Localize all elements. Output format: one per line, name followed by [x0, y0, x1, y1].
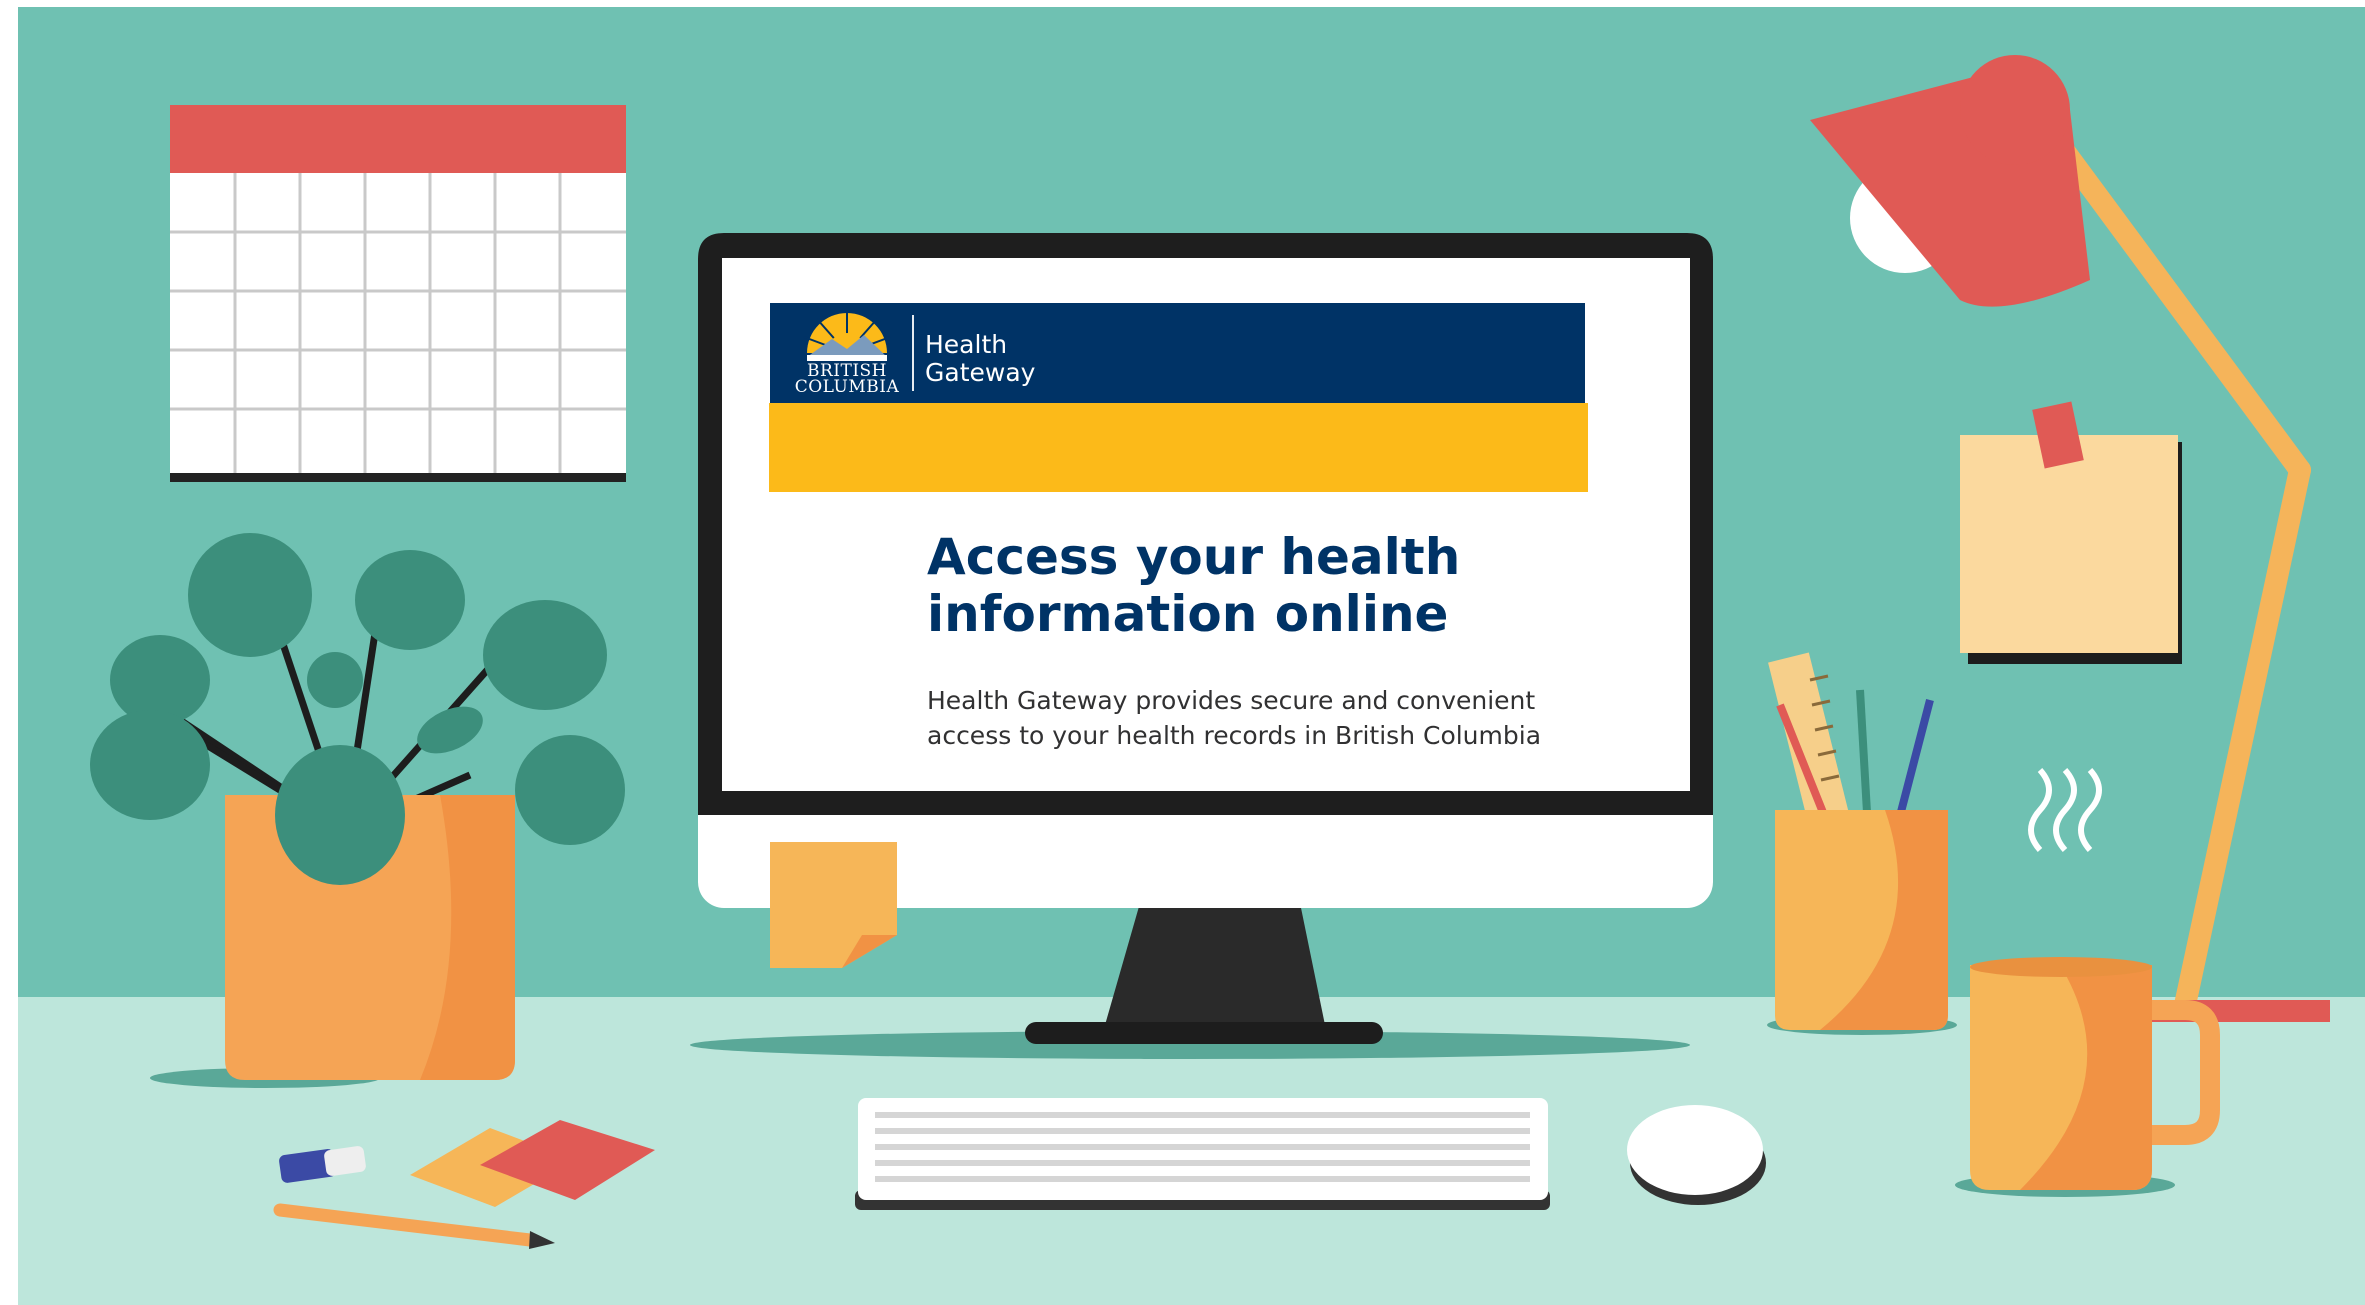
- hero-description: Health Gateway provides secure and conve…: [927, 686, 1542, 750]
- bc-logo-caption-line2: COLUMBIA: [794, 377, 900, 397]
- brand-name-line2[interactable]: Gateway: [925, 359, 1035, 387]
- header-accent-band: [769, 403, 1588, 492]
- calendar-illustration: [170, 105, 626, 482]
- hero-title: Access your health information online: [927, 528, 1461, 643]
- sun-mountain-icon: [803, 309, 891, 361]
- logo-divider: [912, 315, 914, 391]
- sticky-note-illustration: [1960, 401, 2182, 664]
- health-gateway-header: BRITISH COLUMBIA Health Gateway: [770, 303, 1585, 403]
- monitor-screen: BRITISH COLUMBIA Health Gateway Access y…: [725, 263, 1685, 783]
- brand-name-line1[interactable]: Health: [925, 331, 1007, 359]
- mouse-illustration: [1627, 1105, 1766, 1205]
- pencil-cup-illustration: [1767, 652, 1957, 1035]
- keyboard-illustration: [855, 1098, 1550, 1210]
- bc-government-logo[interactable]: BRITISH COLUMBIA: [792, 309, 902, 397]
